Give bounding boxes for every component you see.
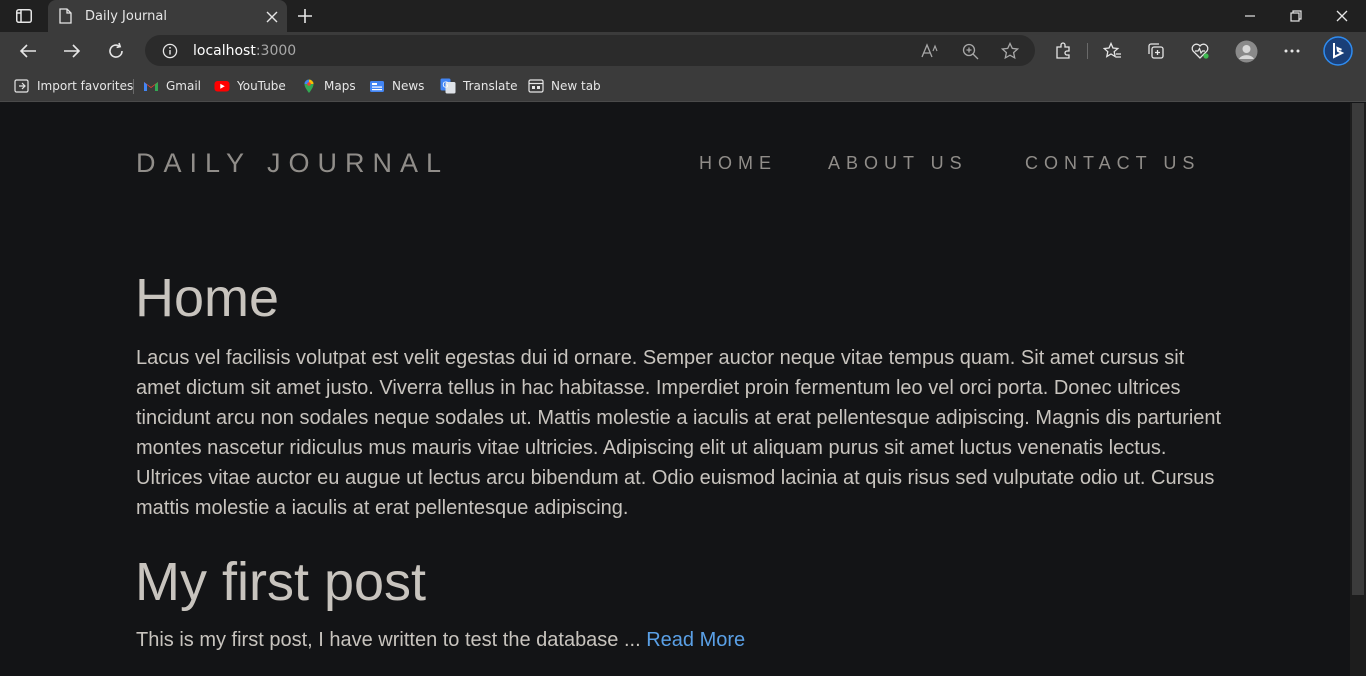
close-tab-icon[interactable] xyxy=(266,10,278,23)
bookmark-label: Maps xyxy=(324,79,356,93)
tab-actions-icon[interactable] xyxy=(14,7,34,25)
post-title: My first post xyxy=(135,552,427,612)
nav-about-us[interactable]: ABOUT US xyxy=(828,153,968,174)
bookmark-label: Translate xyxy=(463,79,518,93)
extensions-icon[interactable] xyxy=(1052,40,1074,62)
import-favorites-icon xyxy=(14,78,30,94)
url-text[interactable]: localhost:3000 xyxy=(193,43,296,59)
back-icon[interactable] xyxy=(17,40,39,62)
youtube-icon xyxy=(214,78,230,94)
toolbar-divider xyxy=(1087,43,1088,59)
maps-icon xyxy=(301,78,317,94)
site-brand[interactable]: DAILY JOURNAL xyxy=(136,148,449,179)
post-excerpt: This is my first post, I have written to… xyxy=(136,629,647,651)
bookmark-label: Gmail xyxy=(166,79,202,93)
scrollbar-thumb[interactable] xyxy=(1352,103,1364,595)
favorite-star-icon[interactable] xyxy=(1000,41,1020,61)
browser-window: Daily Journal localhost:3000 Import favo… xyxy=(0,0,1366,676)
bookmark-new-tab[interactable]: New tab xyxy=(528,78,601,94)
bing-copilot-icon[interactable] xyxy=(1322,35,1354,67)
bookmark-import-favorites[interactable]: Import favorites xyxy=(14,78,133,94)
browser-tab[interactable]: Daily Journal xyxy=(48,0,287,32)
collections-icon[interactable] xyxy=(1145,40,1167,62)
nav-home[interactable]: HOME xyxy=(699,153,777,174)
browser-essentials-icon[interactable] xyxy=(1189,40,1211,62)
favorites-icon[interactable] xyxy=(1101,40,1123,62)
bookmark-news[interactable]: News xyxy=(369,78,424,94)
read-more-link[interactable]: Read More xyxy=(646,629,745,651)
url-port: :3000 xyxy=(255,43,297,59)
page-icon xyxy=(59,8,72,24)
tab-title: Daily Journal xyxy=(85,9,167,24)
refresh-icon[interactable] xyxy=(105,40,127,62)
post-excerpt-row: This is my first post, I have written to… xyxy=(136,629,745,652)
restore-icon[interactable] xyxy=(1286,6,1306,26)
browser-toolbar: localhost:3000 xyxy=(0,32,1366,70)
bookmark-youtube[interactable]: YouTube xyxy=(214,78,286,94)
bookmark-divider xyxy=(133,79,134,94)
bookmark-gmail[interactable]: Gmail xyxy=(143,78,201,94)
bookmark-label: New tab xyxy=(551,79,601,93)
site-info-icon[interactable] xyxy=(161,42,178,59)
bookmark-label: YouTube xyxy=(237,79,286,93)
translate-icon: G xyxy=(440,78,456,94)
forward-icon[interactable] xyxy=(61,40,83,62)
gmail-icon xyxy=(143,78,159,94)
url-host: localhost xyxy=(193,43,256,59)
svg-text:G: G xyxy=(442,81,448,90)
zoom-icon[interactable] xyxy=(960,41,980,61)
home-heading: Home xyxy=(135,268,280,328)
news-icon xyxy=(369,78,385,94)
home-text: Lacus vel facilisis volutpat est velit e… xyxy=(136,347,1222,519)
more-options-icon[interactable] xyxy=(1281,40,1303,62)
title-bar: Daily Journal xyxy=(0,0,1366,32)
new-tab-icon xyxy=(528,78,544,94)
bookmark-label: News xyxy=(392,79,425,93)
address-bar[interactable]: localhost:3000 xyxy=(145,35,1035,66)
nav-contact-us[interactable]: CONTACT US xyxy=(1025,153,1200,174)
bookmark-maps[interactable]: Maps xyxy=(301,78,356,94)
bookmark-label: Import favorites xyxy=(37,79,134,93)
minimize-icon[interactable] xyxy=(1240,6,1260,26)
close-window-icon[interactable] xyxy=(1332,6,1352,26)
new-tab-button[interactable] xyxy=(295,6,315,26)
bookmark-translate[interactable]: G Translate xyxy=(440,78,518,94)
bookmarks-bar: Import favorites Gmail YouTube Maps News… xyxy=(0,70,1366,102)
read-aloud-icon[interactable] xyxy=(920,41,940,61)
profile-avatar-icon[interactable] xyxy=(1234,39,1258,63)
